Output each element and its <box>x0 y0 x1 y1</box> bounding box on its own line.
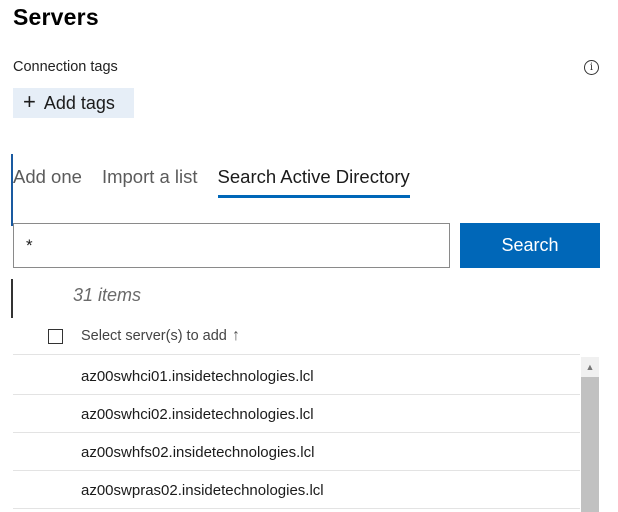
scrollbar-thumb[interactable] <box>581 377 599 512</box>
table-row[interactable]: az00swhci02.insidetechnologies.lcl <box>13 395 580 433</box>
page-title: Servers <box>13 4 99 30</box>
connection-tags-label: Connection tags <box>13 59 118 75</box>
search-input[interactable] <box>13 223 450 268</box>
scroll-up-icon[interactable]: ▲ <box>581 357 599 377</box>
arrow-up-icon[interactable]: ↑ <box>232 327 240 345</box>
info-icon[interactable]: i <box>584 60 599 75</box>
server-name: az00swpras02.insidetechnologies.lcl <box>81 482 324 499</box>
focus-indicator-results <box>11 279 13 318</box>
table-row[interactable]: az00swhci01.insidetechnologies.lcl <box>13 357 580 395</box>
tab-search-active-directory[interactable]: Search Active Directory <box>217 166 410 198</box>
server-name: az00swhfs02.insidetechnologies.lcl <box>81 444 315 461</box>
column-header-server[interactable]: Select server(s) to add <box>81 328 227 344</box>
results-count: 31 items <box>73 285 142 305</box>
tab-add-one[interactable]: Add one <box>13 166 82 198</box>
table-header: Select server(s) to add ↑ <box>13 324 580 355</box>
tab-import-a-list[interactable]: Import a list <box>102 166 198 198</box>
plus-icon: + <box>23 89 36 114</box>
search-button[interactable]: Search <box>460 223 600 268</box>
select-all-checkbox[interactable] <box>48 329 63 344</box>
table-row[interactable]: az00swpras02.insidetechnologies.lcl <box>13 471 580 509</box>
server-name: az00swhci02.insidetechnologies.lcl <box>81 406 314 423</box>
server-name: az00swhci01.insidetechnologies.lcl <box>81 368 314 385</box>
tab-list: Add one Import a list Search Active Dire… <box>13 166 430 200</box>
table-row[interactable]: az00swhfs02.insidetechnologies.lcl <box>13 433 580 471</box>
add-tags-label: Add tags <box>43 92 115 113</box>
add-tags-button[interactable]: + Add tags <box>13 88 134 118</box>
